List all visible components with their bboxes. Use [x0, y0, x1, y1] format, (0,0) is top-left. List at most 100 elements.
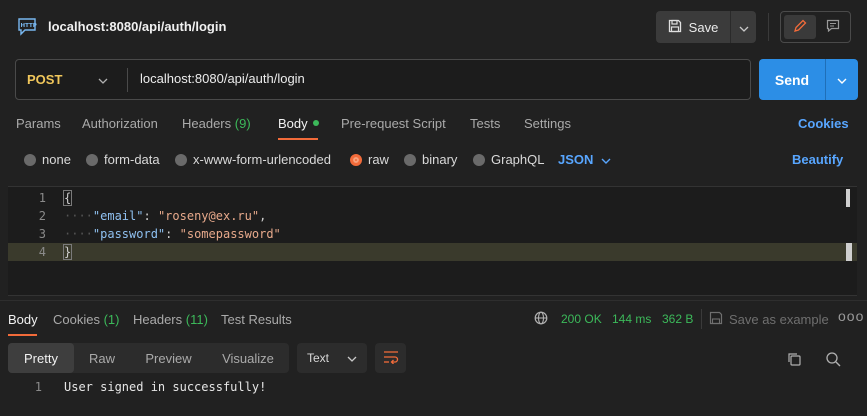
json-key: "password": [92, 227, 166, 241]
tab-pre-request-script[interactable]: Pre-request Script: [341, 116, 446, 131]
response-size[interactable]: 362 B: [662, 312, 693, 326]
colon: :: [143, 209, 151, 223]
wrap-lines-button[interactable]: [375, 343, 406, 373]
radio-label: none: [42, 152, 71, 167]
edit-button[interactable]: [784, 15, 816, 39]
json-value: "roseny@ex.ru": [157, 209, 260, 223]
send-button[interactable]: Send: [759, 59, 825, 100]
line-number: 4: [38, 245, 46, 259]
url-input[interactable]: [140, 71, 730, 86]
language-label: JSON: [558, 152, 594, 167]
response-format-select[interactable]: Text: [297, 343, 367, 373]
request-body-editor[interactable]: 1 { 2 ····"email": "roseny@ex.ru", 3 ···…: [8, 186, 857, 296]
status-code[interactable]: 200 OK: [561, 312, 602, 326]
active-tab-indicator: [278, 138, 318, 140]
response-tab-cookies[interactable]: Cookies (1): [53, 312, 119, 327]
more-options-button[interactable]: ooo: [838, 308, 864, 324]
comma: ,: [259, 209, 267, 223]
top-bar: HTTP localhost:8080/api/auth/login Save: [0, 0, 867, 54]
indent-whitespace: ····: [64, 209, 93, 223]
radio-label: binary: [422, 152, 458, 167]
beautify-link[interactable]: Beautify: [792, 152, 843, 167]
cursor-marker: [846, 243, 852, 261]
code: {: [62, 189, 73, 207]
save-options-button[interactable]: [731, 11, 756, 43]
code: ····"password": "somepassword": [64, 225, 281, 243]
tab-authorization[interactable]: Authorization: [82, 116, 158, 131]
toolbar-divider: [768, 13, 769, 41]
radio-form-data[interactable]: form-data: [86, 152, 160, 167]
save-as-example-button[interactable]: Save as example: [709, 311, 829, 328]
response-text: User signed in successfully!: [64, 380, 267, 394]
save-button[interactable]: Save: [656, 11, 730, 43]
line-number: 2: [38, 209, 46, 223]
edit-comment-group: [780, 11, 851, 43]
close-brace: }: [62, 244, 73, 260]
comment-icon: [826, 19, 840, 35]
radio-binary[interactable]: binary: [404, 152, 457, 167]
radio-graphql[interactable]: GraphQL: [473, 152, 544, 167]
code: }: [62, 243, 73, 261]
language-select[interactable]: JSON: [558, 152, 611, 167]
editor-line-current: 4 }: [8, 243, 857, 261]
tab-body[interactable]: Body: [278, 116, 319, 131]
radio-button-selected: [350, 153, 362, 166]
view-pretty[interactable]: Pretty: [8, 343, 74, 373]
radio-button: [86, 153, 98, 166]
radio-urlencoded[interactable]: x-www-form-urlencoded: [175, 152, 331, 167]
search-icon[interactable]: [822, 348, 844, 370]
active-tab-indicator: [8, 334, 37, 336]
radio-label: form-data: [104, 152, 160, 167]
save-group: Save: [656, 11, 756, 43]
radio-none[interactable]: none: [24, 152, 71, 167]
request-title[interactable]: localhost:8080/api/auth/login: [48, 19, 226, 34]
save-icon: [709, 311, 723, 328]
colon: :: [165, 227, 173, 241]
view-raw[interactable]: Raw: [74, 343, 130, 373]
tab-settings[interactable]: Settings: [524, 116, 571, 131]
svg-text:HTTP: HTTP: [21, 23, 37, 29]
url-bar: POST: [15, 59, 751, 100]
json-key: "email": [92, 209, 144, 223]
response-view-tabs: Pretty Raw Preview Visualize: [8, 343, 289, 373]
view-preview[interactable]: Preview: [130, 343, 207, 373]
code: ····"email": "roseny@ex.ru",: [64, 207, 266, 225]
save-example-label: Save as example: [729, 312, 829, 327]
chevron-down-icon[interactable]: [98, 72, 108, 87]
tab-count: (11): [185, 312, 208, 327]
response-body[interactable]: 1 User signed in successfully!: [0, 380, 867, 396]
comments-button[interactable]: [818, 15, 848, 39]
tab-headers-label: Headers: [182, 116, 232, 131]
editor-line: 1 {: [8, 189, 857, 207]
tab-headers[interactable]: Headers (9): [182, 116, 251, 131]
send-options-button[interactable]: [826, 59, 858, 100]
response-tab-body[interactable]: Body: [8, 312, 38, 327]
tab-body-label: Body: [278, 116, 308, 131]
tab-tests[interactable]: Tests: [470, 116, 500, 131]
radio-label: x-www-form-urlencoded: [193, 152, 331, 167]
method-select[interactable]: POST: [27, 72, 62, 87]
tab-label: Cookies: [53, 312, 100, 327]
indent-whitespace: ····: [64, 227, 93, 241]
editor-line: 2 ····"email": "roseny@ex.ru",: [8, 207, 857, 225]
tab-params[interactable]: Params: [16, 116, 61, 131]
line-number: 1: [34, 380, 42, 394]
globe-icon[interactable]: [534, 311, 548, 328]
http-icon: HTTP: [16, 17, 38, 37]
copy-icon[interactable]: [783, 348, 805, 370]
radio-raw[interactable]: raw: [350, 152, 389, 167]
url-divider: [127, 68, 128, 92]
editor-scrollbar[interactable]: [846, 189, 850, 207]
save-icon: [668, 19, 682, 36]
save-label: Save: [688, 19, 719, 35]
line-number: 1: [38, 191, 46, 205]
response-tab-headers[interactable]: Headers (11): [133, 312, 208, 327]
cookies-link[interactable]: Cookies: [798, 116, 849, 131]
view-visualize[interactable]: Visualize: [207, 343, 289, 373]
chevron-down-icon: [837, 72, 847, 87]
chevron-down-icon: [739, 20, 749, 35]
response-time[interactable]: 144 ms: [612, 312, 651, 326]
json-value: "somepassword": [179, 227, 281, 241]
radio-button: [473, 153, 485, 166]
response-tab-test-results[interactable]: Test Results: [221, 312, 292, 327]
